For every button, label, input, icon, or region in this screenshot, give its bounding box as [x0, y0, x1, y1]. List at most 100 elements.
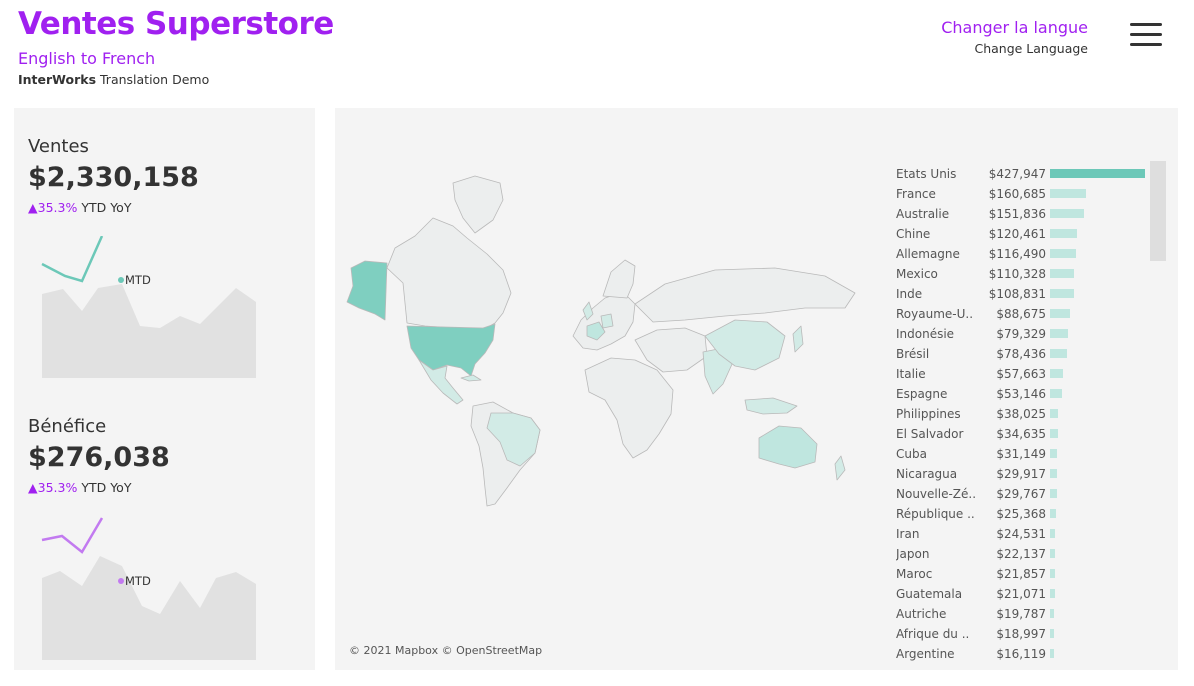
ranking-country-name: Cuba [896, 447, 927, 461]
ranking-bar [1050, 249, 1076, 258]
map-country-new-zealand [834, 455, 846, 481]
map-country-germany [600, 313, 614, 329]
dashboard-title: Ventes Superstore [18, 6, 334, 42]
ranking-country-value: $16,119 [996, 647, 1046, 661]
ranking-country-value: $31,149 [996, 447, 1046, 461]
ranking-country-name: Allemagne [896, 247, 960, 261]
ranking-row[interactable]: Afrique du .. $18,997 [896, 624, 1146, 644]
ranking-country-name: Iran [896, 527, 920, 541]
ranking-bar [1050, 189, 1086, 198]
ranking-bar [1050, 529, 1056, 538]
ranking-row[interactable]: Guatemala $21,071 [896, 584, 1146, 604]
ranking-country-name: Etats Unis [896, 167, 957, 181]
ranking-country-name: Nouvelle-Zé.. [896, 487, 976, 501]
ranking-country-value: $151,836 [988, 207, 1046, 221]
ranking-country-name: Afrique du .. [896, 627, 970, 641]
map-country-africa [584, 357, 674, 459]
ranking-row[interactable]: El Salvador $34,635 [896, 424, 1146, 444]
ranking-country-value: $57,663 [996, 367, 1046, 381]
ranking-row[interactable]: Etats Unis $427,947 [896, 164, 1146, 184]
ranking-scrollbar[interactable] [1150, 161, 1166, 261]
ranking-row[interactable]: Cuba $31,149 [896, 444, 1146, 464]
ranking-row[interactable]: Maroc $21,857 [896, 564, 1146, 584]
ranking-row[interactable]: Mexico $110,328 [896, 264, 1146, 284]
ranking-country-name: Philippines [896, 407, 961, 421]
map-country-indonesia [744, 397, 798, 415]
ranking-row[interactable]: Philippines $38,025 [896, 404, 1146, 424]
ranking-row[interactable]: Iran $24,531 [896, 524, 1146, 544]
ranking-row[interactable]: Autriche $19,787 [896, 604, 1146, 624]
profit-area [42, 556, 256, 660]
ranking-row[interactable]: Nicaragua $29,917 [896, 464, 1146, 484]
ranking-row[interactable]: Nouvelle-Zé.. $29,767 [896, 484, 1146, 504]
profit-sparkline: MTD [41, 517, 256, 660]
ranking-row[interactable]: Indonésie $79,329 [896, 324, 1146, 344]
ranking-country-value: $78,436 [996, 347, 1046, 361]
ranking-country-name: Autriche [896, 607, 947, 621]
ranking-bar [1050, 609, 1055, 618]
ranking-bar [1050, 429, 1058, 438]
map-country-alaska [346, 260, 388, 321]
ranking-bar [1050, 309, 1070, 318]
ranking-row[interactable]: Brésil $78,436 [896, 344, 1146, 364]
ranking-country-name: Italie [896, 367, 926, 381]
sales-delta: ▲35.3% YTD YoY [28, 200, 131, 215]
profit-delta-arrow: ▲ [28, 480, 38, 495]
ranking-country-value: $120,461 [988, 227, 1046, 241]
change-language-link[interactable]: Changer la langue [941, 18, 1088, 37]
ranking-bar [1050, 649, 1054, 658]
ranking-row[interactable]: Royaume-U.. $88,675 [896, 304, 1146, 324]
sales-area [42, 284, 256, 378]
sales-delta-text: YTD YoY [81, 200, 132, 215]
ranking-country-value: $21,071 [996, 587, 1046, 601]
ranking-row[interactable]: Chine $120,461 [896, 224, 1146, 244]
ranking-country-value: $116,490 [988, 247, 1046, 261]
ranking-bar [1050, 269, 1075, 278]
ranking-country-name: El Salvador [896, 427, 964, 441]
ranking-country-value: $108,831 [988, 287, 1046, 301]
ranking-row[interactable]: Inde $108,831 [896, 284, 1146, 304]
map-country-cuba [460, 374, 482, 382]
ranking-bar [1050, 289, 1075, 298]
ranking-country-name: Nicaragua [896, 467, 958, 481]
ranking-row[interactable]: France $160,685 [896, 184, 1146, 204]
credit-line: InterWorks Translation Demo [18, 72, 209, 87]
ranking-country-value: $18,997 [996, 627, 1046, 641]
hamburger-menu-icon[interactable] [1128, 21, 1164, 49]
change-language-english[interactable]: Change Language [974, 41, 1088, 56]
ranking-bar [1050, 469, 1057, 478]
map-panel: © 2021 Mapbox © OpenStreetMap Etats Unis… [335, 108, 1178, 670]
map-attribution[interactable]: © 2021 Mapbox © OpenStreetMap [349, 644, 542, 657]
credit-text: Translation Demo [100, 72, 210, 87]
ranking-bar [1050, 209, 1084, 218]
ranking-country-name: Australie [896, 207, 950, 221]
ranking-row[interactable]: Japon $22,137 [896, 544, 1146, 564]
ranking-bar [1050, 329, 1068, 338]
ranking-row[interactable]: Allemagne $116,490 [896, 244, 1146, 264]
ranking-country-value: $110,328 [988, 267, 1046, 281]
ranking-row[interactable]: Australie $151,836 [896, 204, 1146, 224]
ranking-bar [1050, 589, 1055, 598]
ranking-row[interactable]: République .. $25,368 [896, 504, 1146, 524]
ranking-country-name: Royaume-U.. [896, 307, 974, 321]
ranking-country-name: Indonésie [896, 327, 955, 341]
sales-value: $2,330,158 [28, 162, 199, 193]
ranking-row[interactable]: Italie $57,663 [896, 364, 1146, 384]
ranking-bar [1050, 549, 1055, 558]
kpi-panel: Ventes $2,330,158 ▲35.3% YTD YoY MTD Bén… [14, 108, 315, 670]
country-ranking: Etats Unis $427,947 France $160,685 Australi… [896, 164, 1146, 664]
ranking-country-value: $88,675 [996, 307, 1046, 321]
sales-line [41, 236, 104, 283]
map-country-australia [758, 425, 818, 469]
ranking-bar [1050, 449, 1057, 458]
sales-label: Ventes [28, 136, 89, 157]
ranking-bar [1050, 369, 1063, 378]
ranking-row[interactable]: Argentine $16,119 [896, 644, 1146, 664]
sales-delta-pct: 35.3% [37, 200, 78, 215]
ranking-country-value: $38,025 [996, 407, 1046, 421]
ranking-country-name: Chine [896, 227, 931, 241]
ranking-country-value: $29,767 [996, 487, 1046, 501]
profit-delta-text: YTD YoY [81, 480, 132, 495]
ranking-bar [1050, 389, 1062, 398]
ranking-row[interactable]: Espagne $53,146 [896, 384, 1146, 404]
